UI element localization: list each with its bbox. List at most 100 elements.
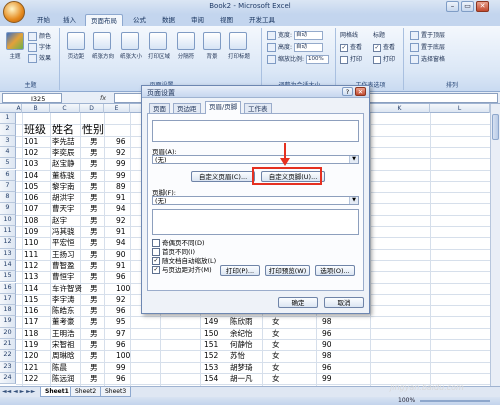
row-header[interactable]: 16 — [0, 282, 16, 294]
cell-id[interactable]: 102 — [24, 147, 38, 158]
sheet-nav-icon[interactable]: ◄◄ ◄ ► ►► — [2, 388, 35, 395]
cell-name[interactable]: 陈皓东 — [52, 305, 75, 316]
row-header[interactable]: 17 — [0, 293, 16, 306]
cell-id[interactable]: 108 — [24, 215, 38, 226]
height-dropdown[interactable]: 自动 — [293, 43, 323, 52]
cell-gender[interactable]: 男 — [90, 362, 98, 373]
cell-id[interactable]: 115 — [24, 294, 38, 305]
cell-gender[interactable]: 男 — [90, 260, 98, 271]
column-header[interactable]: K — [370, 104, 430, 113]
scroll-thumb[interactable] — [492, 114, 499, 140]
cell-name[interactable]: 宋智祖 — [52, 339, 75, 350]
cell-id[interactable]: 150 — [204, 328, 218, 339]
cell-gender[interactable]: 男 — [90, 226, 98, 237]
cell-gender[interactable]: 女 — [272, 350, 280, 361]
row-header[interactable]: 3 — [0, 135, 16, 147]
cell-id[interactable]: 104 — [24, 170, 38, 181]
cell-name[interactable]: 曹智盈 — [52, 260, 75, 271]
cell-score[interactable]: 96 — [116, 339, 126, 350]
cell-name[interactable]: 董考豪 — [52, 316, 75, 327]
cell-id[interactable]: 117 — [24, 316, 38, 327]
zoom-slider[interactable] — [420, 400, 490, 402]
row-header[interactable]: 24 — [0, 372, 16, 385]
zoom-level[interactable]: 100% — [398, 397, 415, 405]
cell-name[interactable]: 王明浩 — [52, 328, 75, 339]
effects-button[interactable]: 效果 — [28, 54, 51, 64]
column-header[interactable]: B — [22, 104, 50, 113]
insert-function-icon[interactable]: fx — [100, 93, 110, 103]
cell-gender[interactable]: 男 — [90, 203, 98, 214]
cell-score[interactable]: 91 — [116, 260, 126, 271]
cell-score[interactable]: 96 — [116, 271, 126, 282]
header-select[interactable]: (无) ▼ — [152, 155, 359, 164]
row-header[interactable]: 15 — [0, 271, 16, 283]
row-header[interactable]: 4 — [0, 146, 16, 159]
cell-score[interactable]: 96 — [116, 136, 126, 147]
cell-id[interactable]: 106 — [24, 192, 38, 203]
cell-score[interactable]: 89 — [116, 181, 126, 192]
cell-gender[interactable]: 男 — [90, 294, 98, 305]
cell-gender[interactable]: 男 — [90, 271, 98, 282]
cell-id[interactable]: 101 — [24, 136, 38, 147]
row-header[interactable]: 23 — [0, 361, 16, 373]
cell-score[interactable]: 92 — [116, 215, 126, 226]
cell-name[interactable]: 王扬习 — [52, 249, 75, 260]
background-button[interactable]: 背景 — [202, 32, 222, 68]
cell-name[interactable]: 苏怡 — [230, 350, 245, 361]
print-preview-button[interactable]: 打印预览(W) — [265, 265, 310, 276]
cell-id[interactable]: 116 — [24, 305, 38, 316]
first-page-checkbox[interactable]: 首页不同(I) — [152, 248, 195, 256]
row-header[interactable]: 22 — [0, 350, 16, 362]
orientation-button[interactable]: 纸张方向 — [92, 32, 114, 68]
cell-gender[interactable]: 男 — [90, 339, 98, 350]
cell-name[interactable]: 赵宝静 — [52, 158, 75, 169]
cell-name[interactable]: 曹天宇 — [52, 203, 75, 214]
row-header[interactable]: 21 — [0, 339, 16, 351]
cell-gender[interactable]: 男 — [90, 283, 98, 294]
cell-name[interactable]: 曹恒宇 — [52, 271, 75, 282]
cell-gender[interactable]: 女 — [272, 373, 280, 384]
print-area-button[interactable]: 打印区域 — [148, 32, 170, 68]
row-header[interactable]: 9 — [0, 203, 16, 215]
tab-page[interactable]: 页面 — [149, 103, 170, 113]
gridlines-print-checkbox[interactable]: 打印 — [340, 55, 362, 65]
cell-gender[interactable]: 女 — [272, 362, 280, 373]
cell-name[interactable]: 李先喆 — [52, 136, 75, 147]
cell-score[interactable]: 99 — [116, 158, 126, 169]
cell-name[interactable]: 陈远润 — [52, 373, 75, 384]
cell-name[interactable]: 陈晨 — [52, 362, 67, 373]
cell-id[interactable]: 149 — [204, 316, 218, 327]
cell-gender[interactable]: 男 — [90, 373, 98, 384]
cell-gender[interactable]: 女 — [272, 339, 280, 350]
row-header[interactable]: 11 — [0, 226, 16, 238]
cell-name[interactable]: 陈欣雨 — [230, 316, 253, 327]
options-button[interactable]: 选项(O)... — [315, 265, 355, 276]
tab-insert[interactable]: 插入 — [58, 14, 81, 26]
header-cell-gender[interactable]: 性别 — [82, 124, 104, 135]
office-button[interactable] — [3, 1, 25, 23]
cell-id[interactable]: 112 — [24, 260, 38, 271]
cell-score[interactable]: 96 — [116, 305, 126, 316]
cell-score[interactable]: 94 — [116, 203, 126, 214]
scale-with-document-checkbox[interactable]: ✓ 随文档自动缩放(L) — [152, 257, 216, 265]
tab-page-layout[interactable]: 页面布局 — [85, 14, 123, 26]
cell-gender[interactable]: 男 — [90, 305, 98, 316]
custom-header-button[interactable]: 自定义页眉(C)... — [191, 171, 255, 182]
cell-name[interactable]: 赵宇 — [52, 215, 67, 226]
row-header[interactable]: 7 — [0, 180, 16, 193]
cell-id[interactable]: 105 — [24, 181, 38, 192]
restore-button[interactable]: ▭ — [461, 1, 474, 12]
sheet-tab-2[interactable]: Sheet2 — [70, 387, 102, 397]
cell-id[interactable]: 119 — [24, 339, 38, 350]
cell-name[interactable]: 董栋骁 — [52, 170, 75, 181]
scale-spinner[interactable]: 100% — [305, 55, 329, 64]
vertical-scrollbar[interactable] — [490, 104, 500, 386]
tab-formulas[interactable]: 公式 — [128, 14, 151, 26]
selection-pane-button[interactable]: 选择窗格 — [410, 55, 445, 65]
tab-developer[interactable]: 开发工具 — [244, 14, 280, 26]
close-window-button[interactable]: ✕ — [476, 1, 489, 12]
cell-id[interactable]: 103 — [24, 158, 38, 169]
bring-to-front-button[interactable]: 置于顶层 — [410, 31, 445, 41]
column-header[interactable]: C — [50, 104, 80, 113]
minimize-button[interactable]: – — [446, 1, 459, 12]
